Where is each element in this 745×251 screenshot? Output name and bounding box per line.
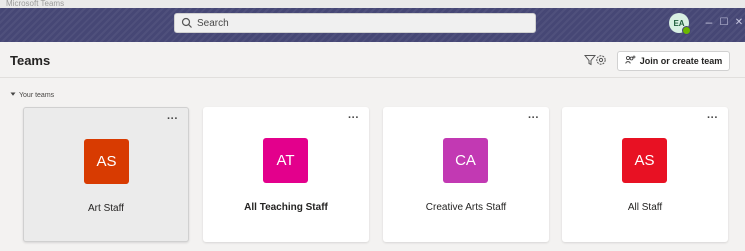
team-avatar-initials: CA	[455, 152, 476, 169]
more-options-icon[interactable]: ···	[528, 113, 539, 124]
more-options-icon[interactable]: ···	[707, 113, 718, 124]
team-name: Creative Arts Staff	[425, 202, 507, 213]
title-bar: Microsoft Teams Search EA – ☐ ✕	[0, 0, 745, 42]
team-name: All Teaching Staff	[244, 202, 328, 213]
people-add-icon	[625, 55, 636, 67]
section-label: Your teams	[19, 91, 55, 99]
team-avatar: AS	[622, 138, 667, 183]
team-avatar: AT	[263, 138, 308, 183]
team-avatar-initials: AS	[96, 153, 117, 170]
your-teams-toggle[interactable]: Your teams	[10, 91, 54, 99]
avatar[interactable]: EA	[669, 13, 691, 35]
search-placeholder: Search	[197, 17, 229, 29]
team-name: All Staff	[627, 202, 663, 213]
more-options-icon[interactable]: ···	[348, 113, 359, 124]
join-or-create-team-label: Join or create team	[639, 56, 723, 66]
team-avatar: AS	[84, 139, 129, 184]
team-card[interactable]: ··· AT All Teaching Staff	[203, 107, 369, 242]
team-avatar-initials: AS	[634, 152, 655, 169]
gear-icon[interactable]	[594, 53, 608, 67]
more-options-icon[interactable]: ···	[167, 114, 178, 125]
page-title: Teams	[10, 53, 51, 68]
close-button[interactable]: ✕	[730, 13, 745, 31]
presence-status-icon	[682, 26, 691, 35]
search-box[interactable]: Search	[174, 13, 536, 33]
join-or-create-team-button[interactable]: Join or create team	[617, 51, 730, 71]
teams-header: Teams Join or create team	[0, 42, 745, 78]
caret-down-icon	[10, 91, 16, 99]
search-icon	[181, 17, 193, 29]
team-card[interactable]: ··· AS All Staff	[562, 107, 728, 242]
team-card[interactable]: ··· AS Art Staff	[23, 107, 189, 242]
team-card[interactable]: ··· CA Creative Arts Staff	[383, 107, 549, 242]
team-avatar: CA	[443, 138, 488, 183]
team-avatar-initials: AT	[276, 152, 295, 169]
window-caption: Microsoft Teams	[0, 0, 745, 8]
team-name: Art Staff	[88, 203, 124, 214]
